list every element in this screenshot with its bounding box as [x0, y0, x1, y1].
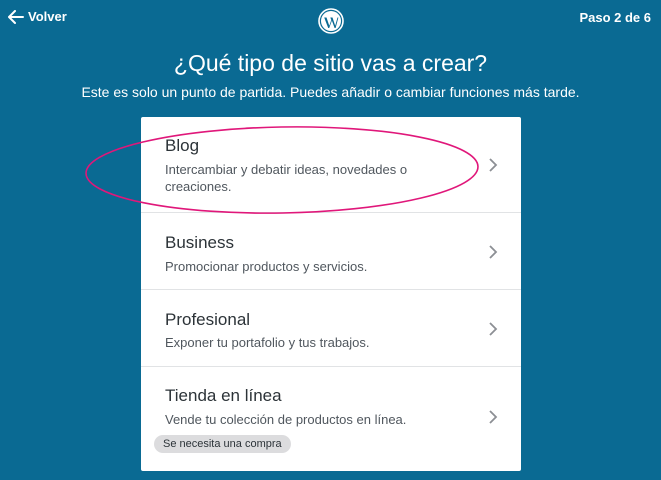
option-blog[interactable]: Blog Intercambiar y debatir ideas, noved…	[141, 117, 521, 213]
option-description: Promocionar productos y servicios.	[165, 259, 368, 274]
page-title: ¿Qué tipo de sitio vas a crear?	[173, 50, 488, 76]
site-type-list: Blog Intercambiar y debatir ideas, noved…	[141, 117, 521, 471]
top-bar: Volver Paso 2 de 6	[0, 0, 661, 36]
option-profesional[interactable]: Profesional Exponer tu portafolio y tus …	[141, 290, 521, 367]
option-online-store[interactable]: Tienda en línea Vende tu colección de pr…	[141, 367, 521, 471]
option-description: Intercambiar y debatir ideas, novedades …	[165, 162, 408, 194]
page-subtitle: Este es solo un punto de partida. Puedes…	[81, 84, 580, 100]
step-indicator: Paso 2 de 6	[579, 10, 651, 25]
option-title: Business	[165, 233, 234, 252]
back-button[interactable]: Volver	[8, 9, 67, 24]
arrow-left-icon	[8, 9, 24, 24]
back-label: Volver	[28, 9, 67, 24]
option-description: Vende tu colección de productos en línea…	[165, 412, 407, 427]
wordpress-logo-icon	[318, 8, 344, 34]
chevron-right-icon	[489, 158, 498, 172]
option-title: Tienda en línea	[165, 386, 282, 405]
option-title: Blog	[165, 136, 200, 155]
chevron-right-icon	[489, 322, 498, 336]
chevron-right-icon	[489, 410, 498, 424]
option-business[interactable]: Business Promocionar productos y servici…	[141, 213, 521, 290]
option-title: Profesional	[165, 310, 251, 329]
option-description: Exponer tu portafolio y tus trabajos.	[165, 335, 370, 350]
chevron-right-icon	[489, 245, 498, 259]
purchase-required-badge: Se necesita una compra	[154, 435, 291, 453]
